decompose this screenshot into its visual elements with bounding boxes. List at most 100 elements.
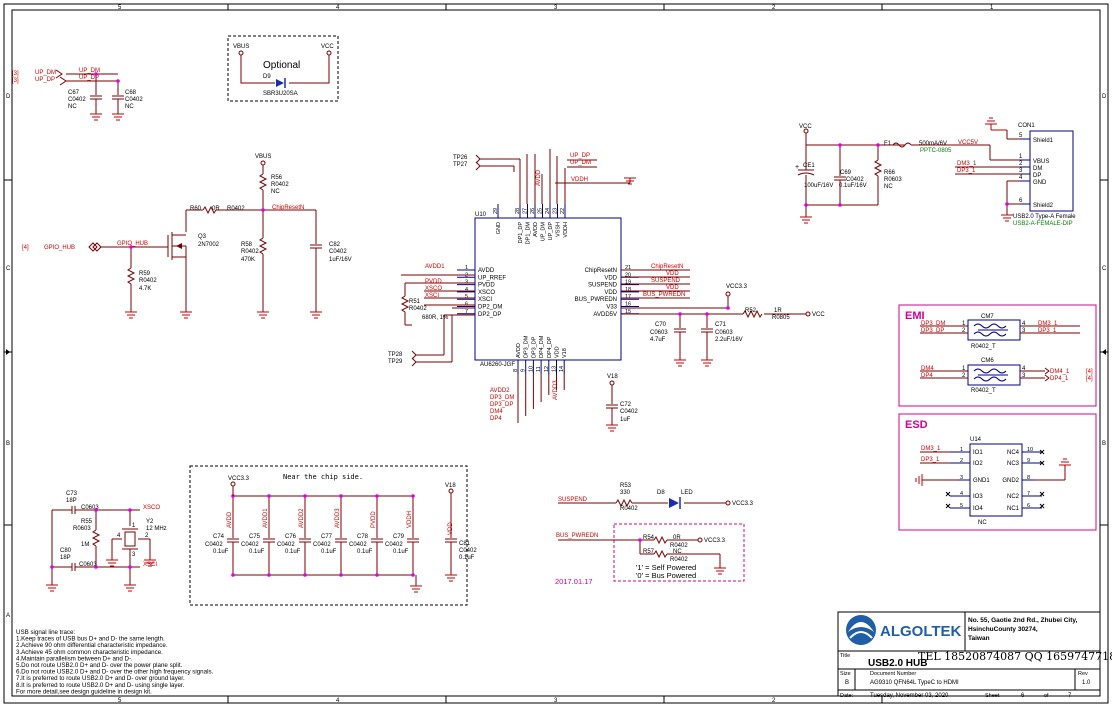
pin-number: 17 [625,294,631,300]
row-label: C [6,266,11,272]
phone-watermark: TEL 18520874087 QQ 1659747718 [918,650,1112,663]
net-label: XSCI [425,293,439,299]
part-ref: C73 [66,491,78,497]
pin-name: SUSPEND [588,283,618,289]
part-pkg: C0402 [241,542,259,548]
part-ref: R58 [241,242,253,248]
led-icon [669,498,679,508]
part-ref: D9 [263,74,271,80]
part-value: 0.1uF [249,549,265,555]
part-value: 12 MHz [146,526,167,532]
part-ref: Q3 [198,234,207,240]
net-label: GPIO_HUB [44,245,75,251]
pin-name: DP4_DM [539,335,545,358]
net-label: DP4 [921,373,933,379]
pin-name: PVDD [478,283,495,289]
part-pkg: C0402 [277,542,295,548]
pin-number: 16 [625,302,631,308]
net-label: DP3_1 [1038,328,1057,334]
net-label: VDDH [571,177,588,183]
part-value: SBR3U20SA [263,91,298,97]
net-label: VDD [666,285,679,291]
pin-name: DP3_DP [531,336,537,358]
net-label: VBUS [233,44,249,50]
mosfet-arrow-icon [176,243,182,249]
part-ref: C80 [60,548,72,554]
part-value: 470K [241,257,255,263]
net-label: PVDD [371,511,377,528]
net-label: DP3_1 [957,168,976,174]
schematic-canvas: 5 4 3 2 1 5 4 3 2 D C B A D C B [3] [3] … [3,3,1112,704]
svg-text:2: 2 [145,533,149,539]
net-label: DP3_DM [490,395,514,401]
pin-name: GND [1033,180,1047,186]
esd-title: ESD [905,419,928,431]
part-value: LED [681,490,693,496]
revision: 1.0 [1082,680,1091,686]
net-label: DP4_1 [1050,376,1069,382]
row-label: D [1102,94,1107,100]
net-label: UP_DM [570,160,591,166]
polarity-mark: + [795,164,799,171]
testpoint-ref: TP28 [388,352,403,358]
pin-name: UP_DM [541,222,547,242]
part-pkg: R0402_T [971,388,996,394]
part-value: 0R [212,206,220,212]
part-value: 330 [620,490,631,496]
pin-name: DP [1033,173,1041,179]
pin-name: AVDD [533,222,539,237]
pin-name: IO1 [973,450,983,456]
pin-number: 9 [1027,458,1030,464]
part-value: 0.1uF [213,549,229,555]
part-pkg: R0805 [772,315,790,321]
net-label: XSCO [143,505,160,511]
testpoint-ref: TP26 [453,155,468,161]
pin-number: 7 [1027,491,1030,497]
pin-name: Shield2 [1033,203,1054,209]
rev-label: Rev [1078,671,1088,677]
pin-number: 13 [552,366,558,372]
pin-name: NC4 [1007,450,1020,456]
part-value: NC [884,184,893,190]
net-label: UP_DP [35,77,55,83]
address-line: HsinchuCounty 30274, [968,626,1038,633]
led-power-block: SUSPEND BUS_PWREDN R53 330 R0402 D8 LED … [555,483,754,586]
pin-name: IO2 [973,461,983,467]
testpoint-ref: TP29 [388,359,403,365]
part-value: AU6260-JGF [480,362,515,368]
part-value: 4.7uF [650,337,666,343]
pin-name: V18 [562,348,568,358]
part-ref: CON1 [1018,123,1035,129]
part-value: USB2.0 Type-A Female [1013,214,1076,220]
part-pkg: R0603 [73,526,91,532]
note-line: For more detail,see design guideline in … [16,688,152,695]
part-value: 680R, 1% [422,315,449,321]
pin-number: 29 [493,208,499,214]
junction [411,494,415,498]
part-pkg: C0603 [650,330,668,336]
emi-block: EMI CM7 R0402_T CM6 R0402_T 1243 1243 DP… [898,304,1097,407]
net-label: V18 [445,483,456,489]
part-value: 0.1uF [459,555,475,561]
part-value: 1uF [620,417,631,423]
part-value: 4.7K [139,286,151,292]
part-ref: CM7 [981,314,994,320]
pin-number: 4 [465,287,468,293]
net-label: AVDD3 [553,380,559,400]
net-label: AVDD [536,169,542,186]
net-label: ChipResetN [651,264,683,270]
address-line: No. 55, Gaotie 2nd Rd., Zhubei City, [968,617,1078,624]
net-label: BUS_PWREDN [643,292,685,298]
title-label: Title [840,653,850,659]
pin-number: 2 [960,458,963,464]
part-pkg: C0603 [79,562,97,568]
usb-trace-notes: USB signal line trace:1.Keep traces of U… [16,629,214,695]
pin-name: VDD [604,290,617,296]
docnum-label: Document Number [870,671,916,677]
sheet-ref: [4] [22,245,29,251]
pin-name: GND [496,222,502,234]
pin-name: VBUS [1033,159,1049,165]
algoltek-logo: ALGOLTEK [846,615,962,645]
part-value: 0.1uF/16V [839,183,867,189]
pin-name: NC2 [1007,494,1020,500]
